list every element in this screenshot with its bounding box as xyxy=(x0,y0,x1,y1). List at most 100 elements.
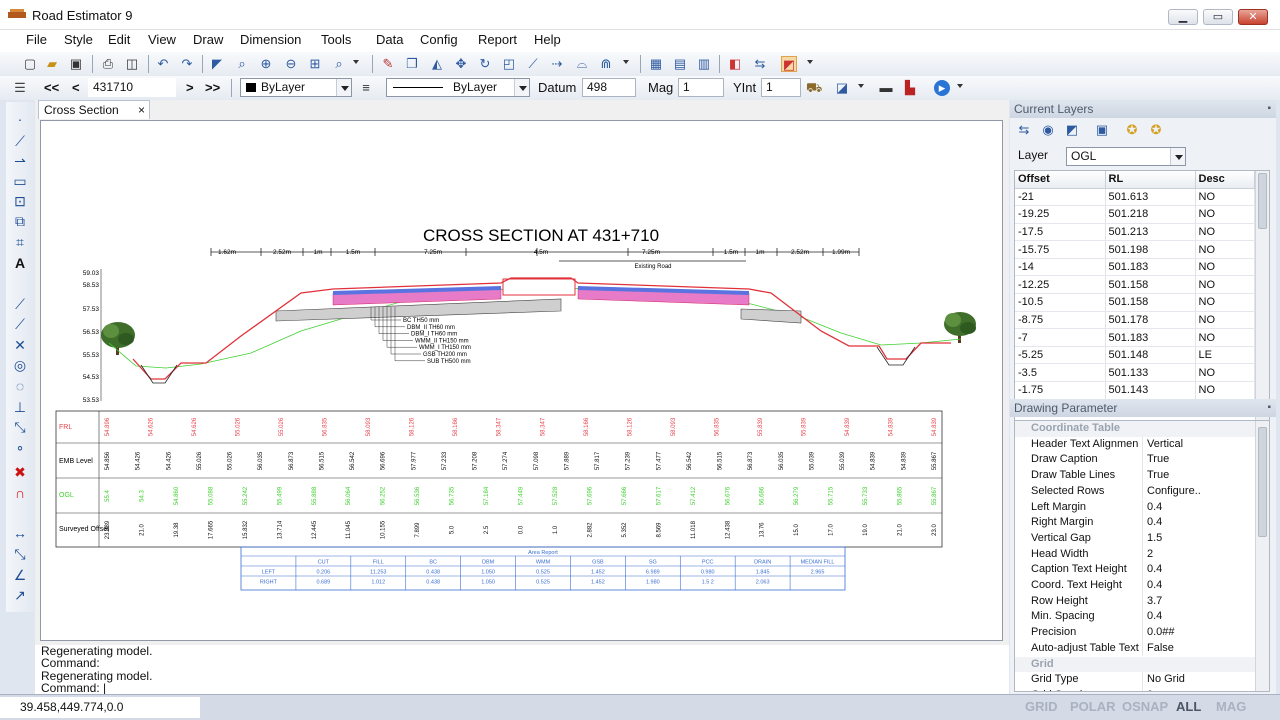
chainage-input[interactable]: 431710 xyxy=(88,78,176,97)
layer-cell[interactable]: NO xyxy=(1195,275,1255,295)
report-dropdown-icon[interactable] xyxy=(807,60,813,64)
maximize-button[interactable]: ▭ xyxy=(1203,9,1233,25)
layer-cell[interactable]: 501.183 xyxy=(1105,328,1196,347)
property-value[interactable]: 0.0## xyxy=(1147,625,1175,641)
modify-dropdown-icon[interactable] xyxy=(623,60,629,64)
property-value[interactable]: 0.4 xyxy=(1147,578,1162,594)
osnap-toggle[interactable]: OSNAP xyxy=(1122,699,1168,714)
section-dropdown-icon[interactable] xyxy=(858,84,864,88)
property-value[interactable]: Configure.. xyxy=(1147,484,1201,500)
print-preview-icon[interactable]: ◫ xyxy=(124,56,140,72)
layer-row[interactable]: -15.75 501.198 NO xyxy=(1015,240,1255,259)
grid-icon[interactable]: ▥ xyxy=(696,56,712,72)
property-value[interactable]: True xyxy=(1147,468,1169,484)
report-icon[interactable]: ◩ xyxy=(781,56,797,72)
linetype-icon[interactable]: ≡ xyxy=(358,80,374,96)
cross-icon[interactable]: ✕ xyxy=(10,336,30,354)
swap-icon[interactable]: ⇆ xyxy=(752,56,768,72)
column-header-rl[interactable]: RL xyxy=(1105,171,1196,189)
layer-cell[interactable]: -7 xyxy=(1015,328,1106,347)
spline-icon[interactable]: ⟋ xyxy=(10,315,30,333)
property-value[interactable]: 2 xyxy=(1147,547,1153,563)
menu-data[interactable]: Data xyxy=(372,32,407,47)
layer-select[interactable]: OGL xyxy=(1066,147,1186,166)
layer-cell[interactable]: -5.25 xyxy=(1015,346,1106,365)
layer-cell[interactable]: -3.5 xyxy=(1015,363,1106,383)
minimize-button[interactable]: ▁ xyxy=(1168,9,1198,25)
property-row[interactable]: Coord. Text Height 0.4 xyxy=(1015,578,1257,594)
layer-cell[interactable]: -19.25 xyxy=(1015,205,1106,224)
zoom-window-icon[interactable]: ⊞ xyxy=(307,56,323,72)
datum-input[interactable]: 498 xyxy=(582,78,636,97)
property-value[interactable]: 0.4 xyxy=(1147,500,1162,516)
property-value[interactable]: 0.4 xyxy=(1147,609,1162,625)
perpendicular-icon[interactable]: ⊥ xyxy=(10,398,30,416)
property-row[interactable]: Grid Spacing 0 xyxy=(1015,687,1257,691)
property-value[interactable]: Vertical xyxy=(1147,437,1183,453)
layer-cell[interactable]: NO xyxy=(1195,223,1255,242)
menu-edit[interactable]: Edit xyxy=(104,32,134,47)
scrollbar-thumb[interactable] xyxy=(1258,427,1267,537)
menu-config[interactable]: Config xyxy=(416,32,462,47)
layer-row[interactable]: -1.75 501.143 NO xyxy=(1015,381,1255,400)
layer-cell[interactable]: -10.5 xyxy=(1015,293,1106,312)
property-row[interactable]: Header Text Alignmen Vertical xyxy=(1015,436,1257,453)
layer-cell[interactable]: NO xyxy=(1195,205,1255,224)
layer-row[interactable]: -7 501.183 NO xyxy=(1015,328,1255,347)
import-icon[interactable]: ◧ xyxy=(727,56,743,72)
property-grid[interactable]: Coordinate Table Header Text Alignmen Vert… xyxy=(1014,420,1270,692)
layer-cell[interactable]: -8.75 xyxy=(1015,311,1106,330)
move-icon[interactable]: ✥ xyxy=(453,56,469,72)
select-icon[interactable]: ◤ xyxy=(209,56,225,72)
layer-cell[interactable]: 501.158 xyxy=(1105,275,1196,295)
layer-remove-icon[interactable]: ✪ xyxy=(1148,122,1164,138)
rectangle-icon[interactable]: ▭ xyxy=(10,172,30,190)
region-icon[interactable]: ⌗ xyxy=(10,233,30,251)
close-tab-icon[interactable]: × xyxy=(138,101,145,119)
layer-row[interactable]: -5.25 501.148 LE xyxy=(1015,346,1255,365)
layer-row[interactable]: -8.75 501.178 NO xyxy=(1015,311,1255,330)
pin-icon[interactable]: ▪ xyxy=(1267,399,1271,417)
property-category[interactable]: Coordinate Table xyxy=(1015,421,1257,437)
layer-cell[interactable]: NO xyxy=(1195,311,1255,330)
copy-icon[interactable]: ❐ xyxy=(404,56,420,72)
section-edit-icon[interactable]: ◪ xyxy=(834,80,850,96)
layer-cell[interactable]: 501.148 xyxy=(1105,346,1196,365)
polar-toggle[interactable]: POLAR xyxy=(1070,699,1116,714)
open-folder-icon[interactable]: ▰ xyxy=(44,56,60,72)
mag-input[interactable]: 1 xyxy=(678,78,724,97)
layer-cell[interactable]: -1.75 xyxy=(1015,381,1106,400)
property-row[interactable]: Draw Caption True xyxy=(1015,452,1257,469)
zoom-extents-icon[interactable]: ⌕ xyxy=(331,56,347,72)
ray-icon[interactable]: ⇀ xyxy=(10,152,30,170)
property-row[interactable]: Grid Type No Grid xyxy=(1015,672,1257,688)
property-row[interactable]: Row Height 3.7 xyxy=(1015,593,1257,610)
zoom-realtime-icon[interactable]: ⌕ xyxy=(234,56,250,72)
layout-icon[interactable]: ▦ xyxy=(648,56,664,72)
zoom-out-icon[interactable]: ⊖ xyxy=(283,56,299,72)
ruler-icon[interactable]: ▬ xyxy=(878,80,894,96)
last-section-button[interactable]: >> xyxy=(205,80,220,95)
layer-cell[interactable]: 501.613 xyxy=(1105,188,1196,207)
layer-cell[interactable]: -14 xyxy=(1015,258,1106,277)
truck-icon[interactable]: ⛟ xyxy=(806,80,822,96)
layer-cell[interactable]: 501.218 xyxy=(1105,205,1196,224)
menu-view[interactable]: View xyxy=(144,32,180,47)
zoom-in-icon[interactable]: ⊕ xyxy=(258,56,274,72)
magnet-icon[interactable]: ∩ xyxy=(10,484,30,502)
leader-icon[interactable]: ↗ xyxy=(10,586,30,604)
layer-cell[interactable]: NO xyxy=(1195,258,1255,277)
property-row[interactable]: Right Margin 0.4 xyxy=(1015,515,1257,531)
property-row[interactable]: Left Margin 0.4 xyxy=(1015,499,1257,516)
layer-cell[interactable]: NO xyxy=(1195,293,1255,312)
pencil-icon[interactable]: ✎ xyxy=(380,56,396,72)
print-icon[interactable]: ⎙ xyxy=(100,56,116,72)
layer-row[interactable]: -3.5 501.133 NO xyxy=(1015,363,1255,383)
property-category[interactable]: Grid xyxy=(1015,656,1257,673)
close-button[interactable]: ✕ xyxy=(1238,9,1268,25)
layer-cell[interactable]: 501.183 xyxy=(1105,258,1196,277)
undo-icon[interactable]: ↶ xyxy=(155,56,171,72)
layer-cell[interactable]: NO xyxy=(1195,381,1255,400)
property-value[interactable]: 0 xyxy=(1147,688,1153,691)
layer-cell[interactable]: NO xyxy=(1195,240,1255,259)
